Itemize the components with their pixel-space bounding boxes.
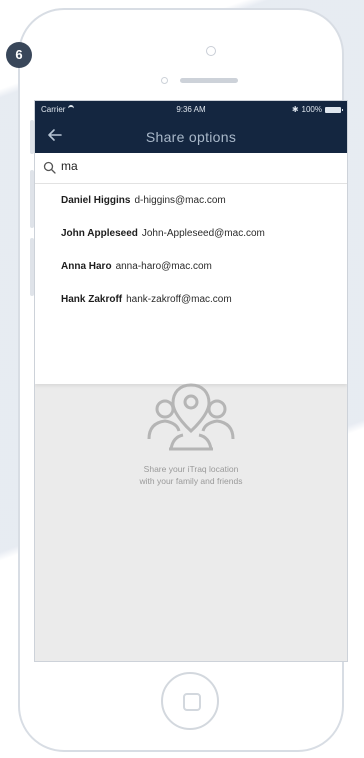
phone-screen: Carrier 9:36 AM ✱ 100% Share options Dan… bbox=[34, 100, 348, 662]
status-right: ✱ 100% bbox=[291, 105, 343, 114]
contact-email: anna-haro@mac.com bbox=[115, 261, 212, 272]
result-item[interactable]: Hank Zakroff hank-zakroff@mac.com bbox=[35, 283, 347, 316]
contact-email: John-Appleseed@mac.com bbox=[141, 228, 265, 239]
speaker-grille bbox=[180, 78, 238, 83]
search-icon bbox=[43, 161, 56, 174]
status-bar: Carrier 9:36 AM ✱ 100% bbox=[35, 101, 347, 119]
empty-state-line2: with your family and friends bbox=[139, 476, 243, 486]
empty-state: Share your iTraq location with your fami… bbox=[35, 381, 347, 487]
contact-name: Hank Zakroff bbox=[61, 294, 123, 305]
empty-state-text: Share your iTraq location with your fami… bbox=[35, 463, 347, 487]
empty-state-line1: Share your iTraq location bbox=[143, 464, 239, 474]
battery-percent: 100% bbox=[301, 105, 322, 114]
bluetooth-icon: ✱ bbox=[291, 105, 299, 114]
contact-email: d-higgins@mac.com bbox=[134, 195, 226, 206]
contact-email: hank-zakroff@mac.com bbox=[126, 294, 232, 305]
home-button-square-icon bbox=[183, 693, 201, 711]
battery-icon bbox=[325, 106, 343, 113]
result-item[interactable]: Daniel Higgins d-higgins@mac.com bbox=[35, 184, 347, 217]
sensor-icon bbox=[161, 77, 168, 84]
result-item[interactable]: John Appleseed John-Appleseed@mac.com bbox=[35, 217, 347, 250]
contact-name: Anna Haro bbox=[61, 261, 112, 272]
search-input[interactable] bbox=[61, 159, 321, 173]
search-bar bbox=[35, 153, 347, 184]
share-location-people-icon bbox=[147, 383, 235, 451]
nav-bar: Share options bbox=[35, 119, 347, 153]
contact-name: Daniel Higgins bbox=[61, 195, 131, 206]
result-item[interactable]: Anna Haro anna-haro@mac.com bbox=[35, 250, 347, 283]
search-results-list: Daniel Higgins d-higgins@mac.com John Ap… bbox=[35, 184, 347, 384]
step-badge: 6 bbox=[6, 42, 32, 68]
page-title: Share options bbox=[145, 129, 237, 145]
home-button[interactable] bbox=[161, 672, 219, 730]
camera-icon bbox=[206, 46, 216, 56]
contact-name: John Appleseed bbox=[61, 228, 138, 239]
